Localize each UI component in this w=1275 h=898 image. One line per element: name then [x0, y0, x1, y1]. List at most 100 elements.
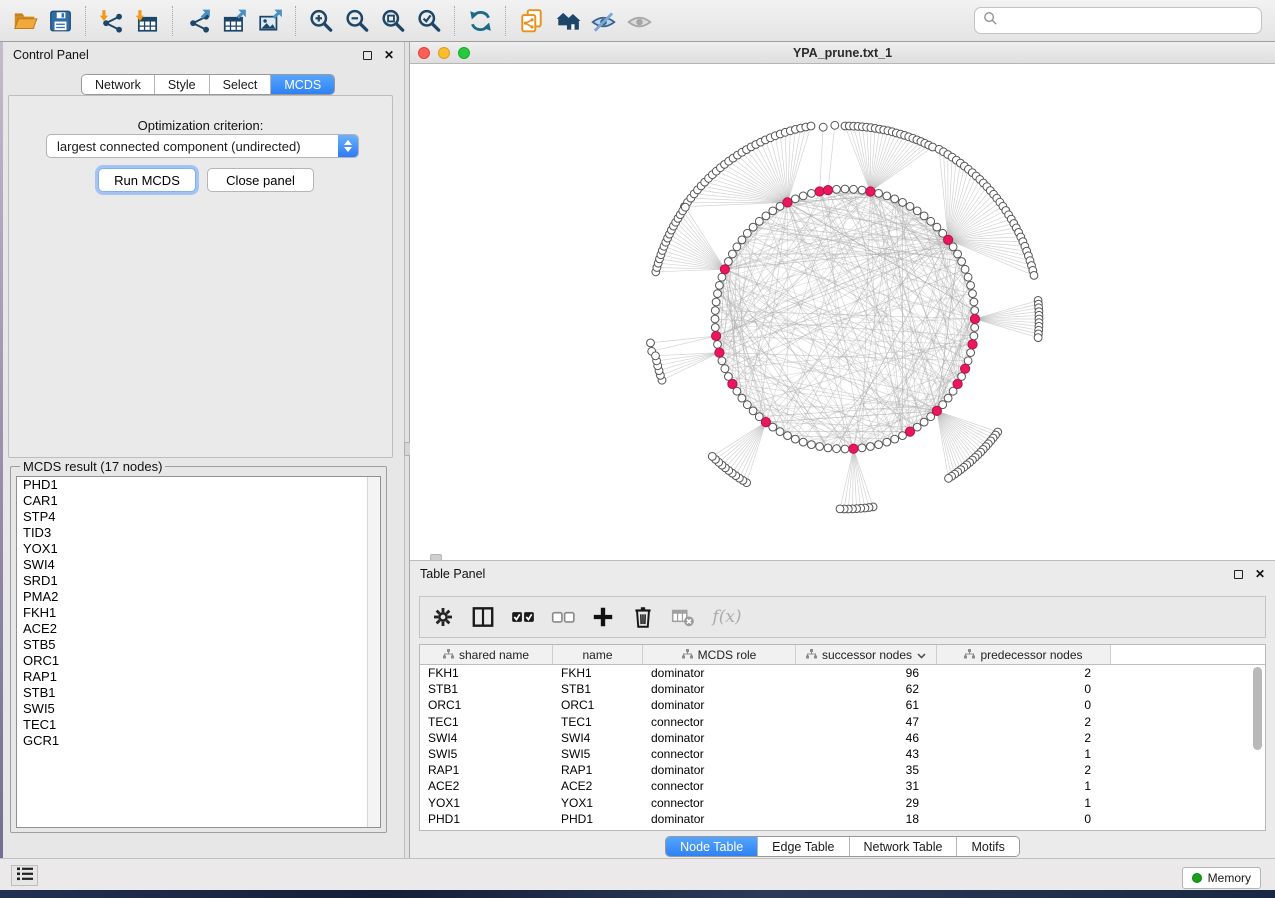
cell-MCDS-role[interactable]: dominator [643, 698, 796, 712]
cell-successor-nodes[interactable]: 47 [796, 715, 937, 729]
mcds-result-item[interactable]: YOX1 [17, 541, 380, 557]
column-header-MCDS-role[interactable]: MCDS role [643, 645, 796, 664]
zoom-fit-icon[interactable] [375, 4, 411, 38]
mcds-result-item[interactable]: FKH1 [17, 605, 380, 621]
export-network-icon[interactable] [180, 4, 216, 38]
cell-shared-name[interactable]: SWI4 [420, 731, 553, 745]
cell-MCDS-role[interactable]: dominator [643, 731, 796, 745]
mcds-result-item[interactable]: GCR1 [17, 733, 380, 749]
search-box[interactable] [974, 7, 1262, 34]
cell-successor-nodes[interactable]: 62 [796, 682, 937, 696]
tab-select[interactable]: Select [210, 75, 272, 94]
tab-motifs[interactable]: Motifs [957, 837, 1018, 856]
mcds-result-item[interactable]: SWI4 [17, 557, 380, 573]
mcds-result-item[interactable]: ACE2 [17, 621, 380, 637]
split-panel-icon[interactable] [470, 604, 496, 630]
cell-name[interactable]: TEC1 [553, 715, 643, 729]
cell-MCDS-role[interactable]: dominator [643, 763, 796, 777]
table-scrollbar-thumb[interactable] [1253, 667, 1262, 750]
network-titlebar[interactable]: YPA_prune.txt_1 [410, 42, 1275, 64]
cell-MCDS-role[interactable]: dominator [643, 666, 796, 680]
tab-node-table[interactable]: Node Table [666, 837, 758, 856]
cell-predecessor-nodes[interactable]: 1 [937, 796, 1111, 810]
cell-predecessor-nodes[interactable]: 0 [937, 812, 1111, 826]
run-mcds-button[interactable]: Run MCDS [98, 168, 196, 192]
tab-mcds[interactable]: MCDS [271, 75, 334, 94]
import-network-icon[interactable] [93, 4, 129, 38]
float-panel-icon[interactable] [363, 51, 372, 60]
delete-column-icon[interactable] [630, 604, 656, 630]
cell-shared-name[interactable]: RAP1 [420, 763, 553, 777]
cell-shared-name[interactable]: STB1 [420, 682, 553, 696]
refresh-view-icon[interactable] [462, 4, 498, 38]
cell-MCDS-role[interactable]: connector [643, 779, 796, 793]
cell-shared-name[interactable]: TEC1 [420, 715, 553, 729]
table-row[interactable]: ACE2ACE2connector311 [420, 778, 1265, 794]
show-all-icon[interactable] [621, 4, 657, 38]
hide-selected-icon[interactable] [585, 4, 621, 38]
table-row[interactable]: YOX1YOX1connector291 [420, 795, 1265, 811]
table-mode-gear-icon[interactable] [430, 604, 456, 630]
export-table-icon[interactable] [216, 4, 252, 38]
deselect-all-icon[interactable] [550, 604, 576, 630]
cell-name[interactable]: FKH1 [553, 666, 643, 680]
cell-successor-nodes[interactable]: 35 [796, 763, 937, 777]
table-row[interactable]: STB1STB1dominator620 [420, 681, 1265, 697]
criterion-dropdown[interactable]: largest connected component (undirected) [46, 134, 359, 158]
column-header-predecessor-nodes[interactable]: predecessor nodes [937, 645, 1111, 664]
save-session-icon[interactable] [42, 4, 78, 38]
cell-successor-nodes[interactable]: 31 [796, 779, 937, 793]
mcds-result-item[interactable]: TEC1 [17, 717, 380, 733]
mcds-list-scrollbar[interactable] [367, 477, 380, 827]
cell-shared-name[interactable]: ORC1 [420, 698, 553, 712]
table-row[interactable]: FKH1FKH1dominator962 [420, 665, 1265, 681]
cell-successor-nodes[interactable]: 18 [796, 812, 937, 826]
cell-MCDS-role[interactable]: connector [643, 715, 796, 729]
memory-button[interactable]: Memory [1182, 867, 1261, 889]
mcds-result-item[interactable]: RAP1 [17, 669, 380, 685]
mcds-result-item[interactable]: STP4 [17, 509, 380, 525]
clone-network-icon[interactable] [513, 4, 549, 38]
tab-network[interactable]: Network [82, 75, 155, 94]
tab-style[interactable]: Style [155, 75, 210, 94]
mcds-result-item[interactable]: STB5 [17, 637, 380, 653]
cell-name[interactable]: SWI5 [553, 747, 643, 761]
float-table-panel-icon[interactable] [1234, 570, 1243, 579]
cell-name[interactable]: YOX1 [553, 796, 643, 810]
cell-name[interactable]: SWI4 [553, 731, 643, 745]
cell-name[interactable]: RAP1 [553, 763, 643, 777]
cell-predecessor-nodes[interactable]: 2 [937, 666, 1111, 680]
mcds-result-item[interactable]: STB1 [17, 685, 380, 701]
search-input[interactable] [1004, 12, 1253, 29]
cell-name[interactable]: PHD1 [553, 812, 643, 826]
mcds-result-item[interactable]: ORC1 [17, 653, 380, 669]
cell-name[interactable]: STB1 [553, 682, 643, 696]
cell-predecessor-nodes[interactable]: 1 [937, 747, 1111, 761]
column-header-name[interactable]: name [553, 645, 643, 664]
cell-shared-name[interactable]: YOX1 [420, 796, 553, 810]
zoom-in-icon[interactable] [303, 4, 339, 38]
cell-shared-name[interactable]: SWI5 [420, 747, 553, 761]
cell-MCDS-role[interactable]: connector [643, 747, 796, 761]
cell-shared-name[interactable]: ACE2 [420, 779, 553, 793]
mcds-result-item[interactable]: TID3 [17, 525, 380, 541]
import-table-icon[interactable] [129, 4, 165, 38]
mcds-result-list[interactable]: PHD1CAR1STP4TID3YOX1SWI4SRD1PMA2FKH1ACE2… [16, 476, 381, 828]
cell-MCDS-role[interactable]: connector [643, 796, 796, 810]
cell-successor-nodes[interactable]: 29 [796, 796, 937, 810]
close-table-panel-icon[interactable]: ✕ [1255, 568, 1265, 580]
table-row[interactable]: TEC1TEC1connector472 [420, 714, 1265, 730]
column-header-shared-name[interactable]: shared name [420, 645, 553, 664]
table-row[interactable]: ORC1ORC1dominator610 [420, 697, 1265, 713]
cell-shared-name[interactable]: FKH1 [420, 666, 553, 680]
cell-successor-nodes[interactable]: 43 [796, 747, 937, 761]
select-all-icon[interactable] [510, 604, 536, 630]
task-history-button[interactable] [11, 865, 38, 886]
tab-network-table[interactable]: Network Table [850, 837, 958, 856]
export-image-icon[interactable] [252, 4, 288, 38]
mcds-result-item[interactable]: CAR1 [17, 493, 380, 509]
cell-name[interactable]: ACE2 [553, 779, 643, 793]
mcds-result-item[interactable]: SRD1 [17, 573, 380, 589]
tab-edge-table[interactable]: Edge Table [758, 837, 849, 856]
cell-predecessor-nodes[interactable]: 2 [937, 731, 1111, 745]
